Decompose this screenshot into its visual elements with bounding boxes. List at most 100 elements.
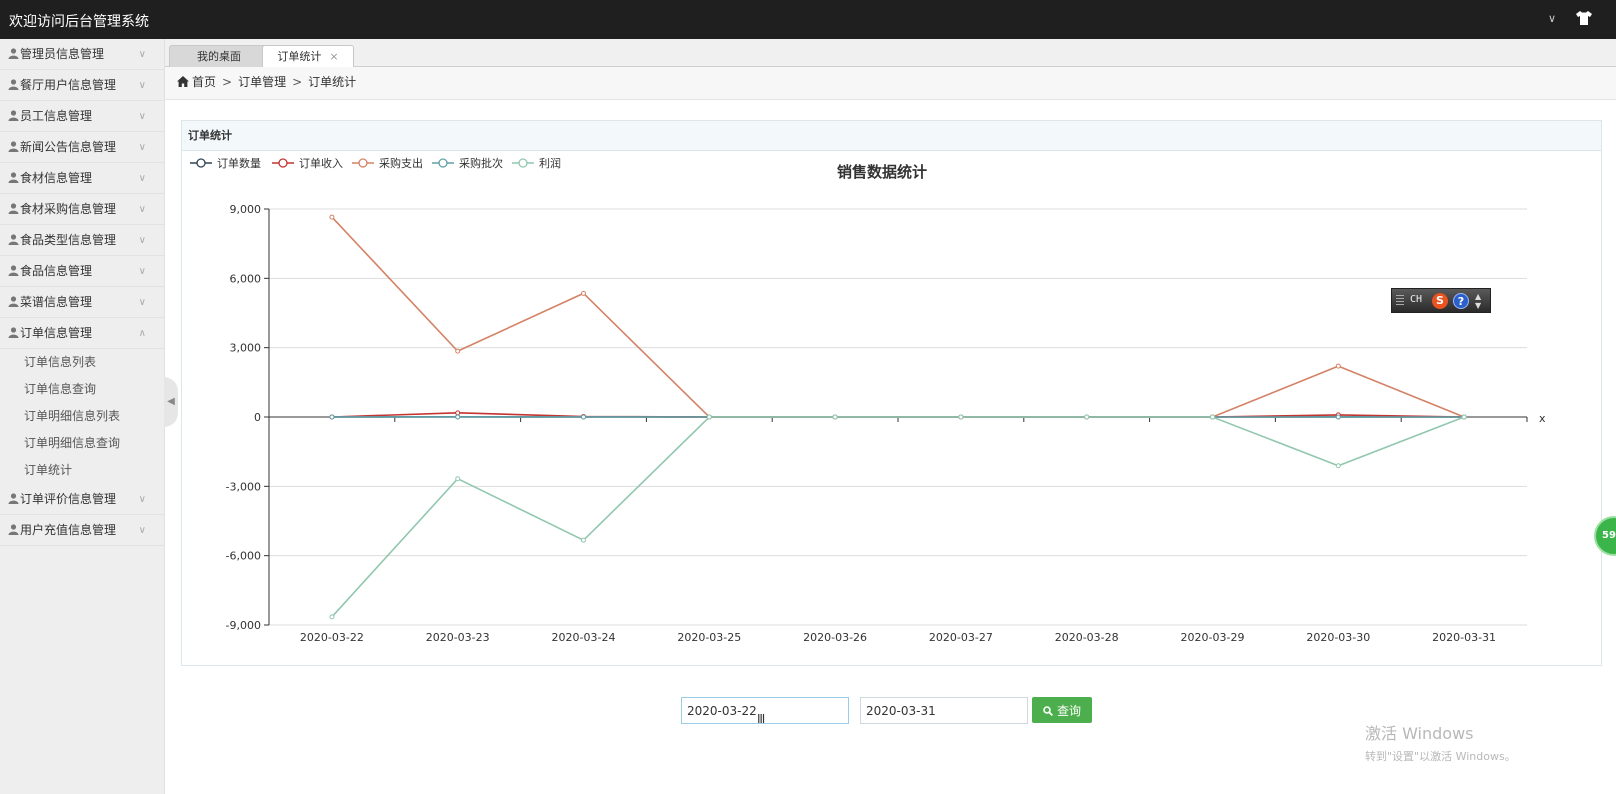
sidebar-item[interactable]: 食品信息管理 ∨ <box>0 256 164 287</box>
end-date-input[interactable] <box>860 697 1028 724</box>
sidebar-item[interactable]: 食材采购信息管理 ∨ <box>0 194 164 225</box>
sidebar-item[interactable]: 菜谱信息管理 ∨ <box>0 287 164 318</box>
legend-marker <box>438 158 448 168</box>
data-point <box>1335 414 1341 420</box>
x-tick-label: 2020-03-27 <box>929 631 993 644</box>
y-tick-label: 0 <box>254 411 261 424</box>
legend-label: 采购批次 <box>459 156 503 170</box>
y-tick-label: 6,000 <box>230 272 262 285</box>
data-point <box>581 537 586 543</box>
ime-toolbar[interactable]: CH S ? ▲ ▼ <box>1391 288 1491 313</box>
y-tick-label: -9,000 <box>226 619 261 632</box>
legend-label: 订单收入 <box>299 156 343 170</box>
legend-marker <box>278 158 288 168</box>
sidebar-item[interactable]: 订单信息管理 ∧ <box>0 318 164 349</box>
sidebar-item-label: 订单信息管理 <box>20 326 93 340</box>
chevron-down-icon: ∨ <box>138 525 146 536</box>
data-point <box>832 414 838 420</box>
user-icon <box>8 524 19 535</box>
up-down-arrow-icon[interactable]: ▲ ▼ <box>1475 292 1481 310</box>
y-tick-label: 3,000 <box>230 342 262 355</box>
top-bar: 欢迎访问后台管理系统 ∨ <box>0 0 1616 39</box>
sidebar-item[interactable]: 食品类型信息管理 ∨ <box>0 225 164 256</box>
sidebar-item[interactable]: 餐厅用户信息管理 ∨ <box>0 70 164 101</box>
sidebar-item-label: 管理员信息管理 <box>20 47 105 61</box>
shirt-icon[interactable] <box>1575 10 1593 26</box>
submenu-item[interactable]: 订单统计 <box>0 457 164 484</box>
sidebar-item-label: 订单评价信息管理 <box>20 492 117 506</box>
x-tick-label: 2020-03-28 <box>1055 631 1119 644</box>
user-icon <box>8 265 19 276</box>
sidebar-item-label: 员工信息管理 <box>20 109 93 123</box>
breadcrumb: 首页 > 订单管理 > 订单统计 <box>165 67 1616 100</box>
x-tick-label: 2020-03-22 <box>300 631 364 644</box>
sidebar-item[interactable]: 食材信息管理 ∨ <box>0 163 164 194</box>
chevron-up-icon: ∧ <box>138 328 146 339</box>
legend-label: 利润 <box>539 156 561 170</box>
user-icon <box>8 110 19 121</box>
sidebar-item[interactable]: 新闻公告信息管理 ∨ <box>0 132 164 163</box>
ime-language-label[interactable]: CH <box>1410 294 1422 305</box>
submenu-item[interactable]: 订单明细信息列表 <box>0 403 164 430</box>
sidebar-item[interactable]: 用户充值信息管理 ∨ <box>0 515 164 546</box>
breadcrumb-home[interactable]: 首页 <box>192 75 216 89</box>
breadcrumb-separator: > <box>292 75 303 89</box>
sidebar-item-label: 食品类型信息管理 <box>20 233 117 247</box>
submenu-item[interactable]: 订单信息列表 <box>0 349 164 376</box>
user-icon <box>8 79 19 90</box>
data-point <box>455 414 461 420</box>
sidebar-collapse-handle[interactable]: ◀ <box>164 377 178 427</box>
help-icon[interactable]: ? <box>1453 293 1469 309</box>
sales-line-chart: 销售数据统计 9,000 6,000 3,000 0 -3,000 -6,000 -9,000… <box>190 156 1546 644</box>
breadcrumb-level1[interactable]: 订单管理 <box>238 75 286 89</box>
submenu-item[interactable]: 订单信息查询 <box>0 376 164 403</box>
breadcrumb-separator: > <box>222 75 233 89</box>
data-point <box>1335 463 1341 469</box>
legend-label: 采购支出 <box>379 156 423 170</box>
chevron-down-icon: ∨ <box>138 173 146 184</box>
data-point <box>455 410 461 416</box>
sidebar-item[interactable]: 管理员信息管理 ∨ <box>0 39 164 70</box>
stats-panel: 订单统计 销售数据统计 9,000 6,000 3,000 0 -3,000 -6,000-… <box>181 120 1602 666</box>
data-point <box>958 414 964 420</box>
tab-my-desktop[interactable]: 我的桌面 <box>169 45 269 67</box>
data-point <box>455 476 461 482</box>
close-icon[interactable]: × <box>329 50 338 63</box>
sogou-icon[interactable]: S <box>1432 293 1448 309</box>
sidebar-item-label: 餐厅用户信息管理 <box>20 78 117 92</box>
app-title: 欢迎访问后台管理系统 <box>9 14 149 30</box>
x-tick-label: 2020-03-25 <box>677 631 741 644</box>
sidebar-item[interactable]: 员工信息管理 ∨ <box>0 101 164 132</box>
tab-bar: 我的桌面 订单统计 × <box>165 39 1616 67</box>
chevron-down-icon: ∨ <box>138 494 146 505</box>
x-tick-label: 2020-03-23 <box>426 631 490 644</box>
user-icon <box>8 141 19 152</box>
legend-marker <box>358 158 368 168</box>
submenu-item[interactable]: 订单明细信息查询 <box>0 430 164 457</box>
tab-label: 订单统计 <box>277 50 322 63</box>
chevron-down-icon[interactable]: ∨ <box>1548 12 1556 25</box>
tab-label: 我的桌面 <box>197 50 241 63</box>
y-tick-label: -6,000 <box>226 550 261 563</box>
tab-order-stats[interactable]: 订单统计 × <box>262 45 354 67</box>
data-point <box>1461 414 1467 420</box>
data-point <box>329 414 335 420</box>
chevron-down-icon: ∨ <box>138 266 146 277</box>
chevron-down-icon: ∨ <box>138 49 146 60</box>
sidebar-item-label: 新闻公告信息管理 <box>20 140 117 154</box>
data-point <box>455 348 461 354</box>
watermark-line2: 转到"设置"以激活 Windows。 <box>1365 750 1516 763</box>
user-icon <box>8 296 19 307</box>
chart-title: 销售数据统计 <box>837 163 927 181</box>
search-icon <box>1043 705 1053 716</box>
sidebar-item[interactable]: 订单评价信息管理 ∨ <box>0 484 164 515</box>
query-button[interactable]: 查询 <box>1032 697 1092 723</box>
drag-grip-icon[interactable] <box>1396 295 1404 307</box>
chevron-down-icon: ∨ <box>138 80 146 91</box>
x-tick-label: 2020-03-30 <box>1306 631 1370 644</box>
series-line <box>331 216 1465 418</box>
query-button-label: 查询 <box>1056 703 1081 718</box>
submenu: 订单信息列表 订单信息查询 订单明细信息列表 订单明细信息查询 订单统计 <box>0 349 164 484</box>
data-point <box>1084 414 1090 420</box>
y-tick-label: 9,000 <box>230 203 262 216</box>
